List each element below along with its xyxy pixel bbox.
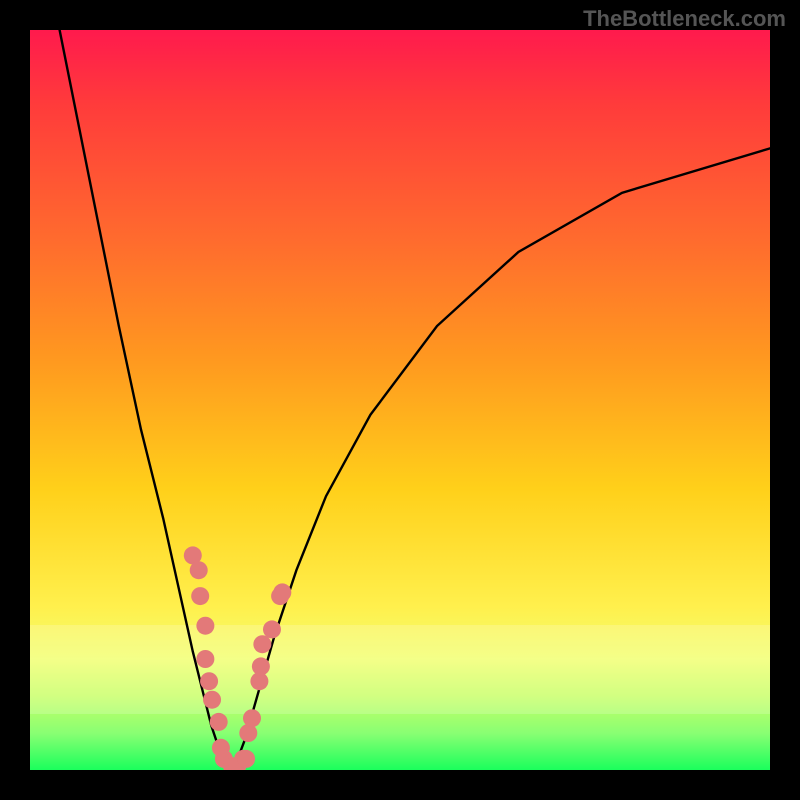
frame: TheBottleneck.com <box>0 0 800 800</box>
data-dot <box>263 620 281 638</box>
dots-group <box>184 546 292 770</box>
data-dot <box>210 713 228 731</box>
data-dot <box>253 635 271 653</box>
data-dot <box>200 672 218 690</box>
curve-right-curve <box>234 148 771 770</box>
data-dot <box>243 709 261 727</box>
data-dot <box>273 583 291 601</box>
data-dot <box>252 657 270 675</box>
chart-svg <box>30 30 770 770</box>
watermark-text: TheBottleneck.com <box>583 6 786 32</box>
data-dot <box>196 617 214 635</box>
data-dot <box>191 587 209 605</box>
data-dot <box>190 561 208 579</box>
data-dot <box>237 750 255 768</box>
curves-group <box>60 30 770 770</box>
data-dot <box>196 650 214 668</box>
plot-area <box>30 30 770 770</box>
data-dot <box>203 691 221 709</box>
